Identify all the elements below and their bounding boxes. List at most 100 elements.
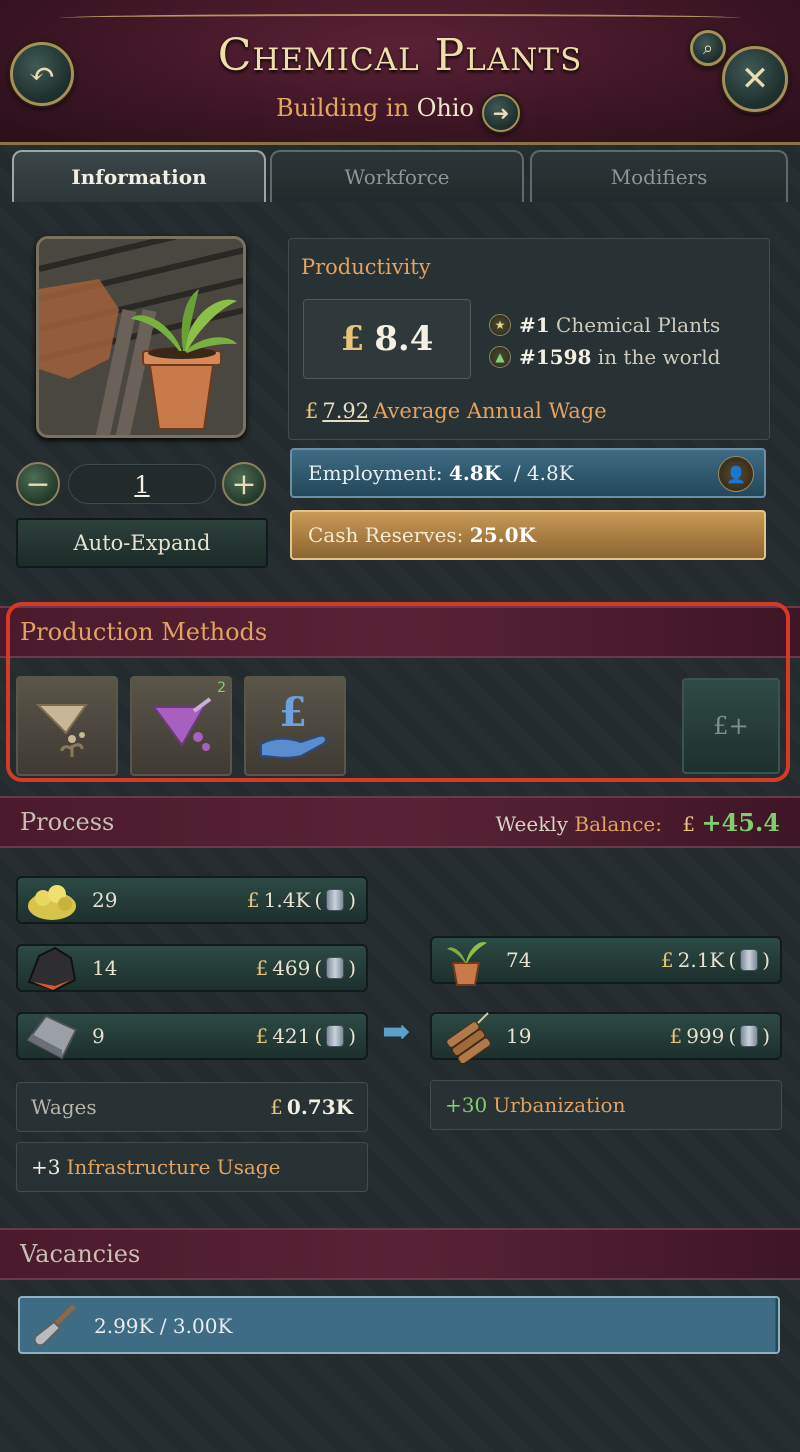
urbanization-row[interactable]: +30 Urbanization xyxy=(430,1080,782,1130)
magnifier-icon: ⌕ xyxy=(702,37,714,59)
weekly-balance: Weekly Balance: £ +45.4 xyxy=(496,808,780,837)
pound-icon: £ xyxy=(340,319,365,359)
subtitle-prefix: Building in xyxy=(276,94,410,122)
building-portrait xyxy=(36,236,246,438)
paren-close: ) xyxy=(762,1024,770,1048)
productivity-panel: Productivity £ 8.4 ★ #1 Chemical Plants … xyxy=(288,238,770,440)
wages-number: 0.73K xyxy=(286,1095,353,1119)
process-header: Process Weekly Balance: £ +45.4 xyxy=(0,796,800,848)
country-rank-number: #1 xyxy=(519,313,550,337)
world-rank: ▲ #1598 in the world xyxy=(489,345,720,369)
paren-open: ( xyxy=(728,1024,737,1048)
back-button[interactable]: ↶ xyxy=(10,42,74,106)
level-value[interactable]: 1 xyxy=(68,464,216,504)
cash-label: Cash Reserves: xyxy=(308,523,464,547)
goto-location-button[interactable]: ➜ xyxy=(482,94,520,132)
market-coin-icon xyxy=(326,957,345,979)
undo-arrow-icon: ↶ xyxy=(28,55,56,93)
good-price: £ 999 () xyxy=(669,1024,770,1048)
world-rank-number: #1598 xyxy=(519,345,592,369)
building-location: Building in Ohio xyxy=(276,94,474,122)
pound-icon: £ xyxy=(270,1095,283,1119)
close-icon: ✕ xyxy=(740,59,770,99)
paren-close: ) xyxy=(348,888,356,912)
country-rank: ★ #1 Chemical Plants xyxy=(489,313,720,337)
fertilizer-plant-illustration xyxy=(39,239,243,435)
hire-worker-icon[interactable]: 👤 xyxy=(718,456,754,492)
location-link[interactable]: Ohio xyxy=(417,94,474,122)
pound-icon: £ xyxy=(255,1024,269,1048)
level-stepper: − 1 + xyxy=(16,460,268,508)
employment-bar[interactable]: Employment: 4.8K / 4.8K 👤 xyxy=(290,448,766,498)
input-good-coal[interactable]: 14 £ 469 () xyxy=(16,944,368,992)
input-good-iron[interactable]: 9 £ 421 () xyxy=(16,1012,368,1060)
good-price-value: 2.1K xyxy=(677,948,725,972)
minus-icon: − xyxy=(25,466,51,502)
productivity-value: £ 8.4 xyxy=(303,299,471,379)
cash-value: 25.0K xyxy=(469,523,536,547)
paren-close: ) xyxy=(762,948,770,972)
infrastructure-row[interactable]: +3 Infrastructure Usage xyxy=(16,1142,368,1192)
infrastructure-label: Infrastructure Usage xyxy=(66,1155,281,1179)
market-coin-icon xyxy=(740,1025,759,1047)
pound-icon: £ xyxy=(682,811,696,836)
urbanization-label: Urbanization xyxy=(493,1093,626,1117)
sulfur-icon xyxy=(22,872,82,928)
country-rank-text: Chemical Plants xyxy=(556,313,721,337)
market-coin-icon xyxy=(326,889,345,911)
plus-icon: + xyxy=(231,466,257,502)
good-price: £ 1.4K () xyxy=(247,888,356,912)
cash-reserves-bar[interactable]: Cash Reserves: 25.0K xyxy=(290,510,766,560)
productivity-label: Productivity xyxy=(301,255,431,279)
shovel-icon xyxy=(26,1300,82,1352)
good-price-value: 421 xyxy=(272,1024,311,1048)
productivity-number: 8.4 xyxy=(374,319,434,359)
pound-icon: £ xyxy=(669,1024,683,1048)
tab-information[interactable]: Information xyxy=(12,150,266,202)
output-good-fertilizer[interactable]: 74 £ 2.1K () xyxy=(430,936,782,986)
good-price-value: 1.4K xyxy=(263,888,311,912)
good-quantity: 29 xyxy=(92,888,118,912)
increase-level-button[interactable]: + xyxy=(222,462,266,506)
wages-label: Wages xyxy=(31,1095,97,1119)
arrow-right-icon: ➜ xyxy=(492,101,510,125)
explosives-icon xyxy=(436,1008,496,1064)
process-title: Process xyxy=(20,808,115,836)
input-good-sulfur[interactable]: 29 £ 1.4K () xyxy=(16,876,368,924)
decrease-level-button[interactable]: − xyxy=(16,462,60,506)
good-price-value: 469 xyxy=(272,956,311,980)
good-quantity: 9 xyxy=(92,1024,105,1048)
vacancies-value: 2.99K / 3.00K xyxy=(94,1314,233,1338)
good-price: £ 2.1K () xyxy=(661,948,770,972)
pound-icon: £ xyxy=(246,888,260,912)
employment-label: Employment: xyxy=(308,461,443,485)
rank-up-arrow-icon: ▲ xyxy=(489,346,511,368)
paren-close: ) xyxy=(348,1024,356,1048)
vacancies-bar[interactable]: 2.99K / 3.00K xyxy=(18,1296,780,1354)
wages-row[interactable]: Wages £0.73K xyxy=(16,1082,368,1132)
average-wage-value[interactable]: 7.92 xyxy=(322,399,369,423)
auto-expand-button[interactable]: Auto-Expand xyxy=(16,518,268,568)
paren-close: ) xyxy=(348,956,356,980)
wages-value: £0.73K xyxy=(270,1095,353,1119)
good-quantity: 74 xyxy=(506,948,532,972)
building-panel: Chemical Plants Building in Ohio ↶ ⌕ ✕ ➜… xyxy=(0,0,800,1452)
tab-bar: Information Workforce Modifiers xyxy=(12,150,788,202)
good-price-value: 999 xyxy=(686,1024,725,1048)
paren-open: ( xyxy=(314,956,323,980)
good-quantity: 14 xyxy=(92,956,118,980)
iron-ingot-icon xyxy=(22,1008,82,1064)
paren-open: ( xyxy=(314,888,323,912)
pound-icon: £ xyxy=(305,399,319,423)
search-button[interactable]: ⌕ xyxy=(690,30,726,66)
vacancies-header: Vacancies xyxy=(0,1228,800,1280)
close-button[interactable]: ✕ xyxy=(722,46,788,112)
vacancies-title: Vacancies xyxy=(20,1240,141,1268)
output-good-explosives[interactable]: 19 £ 999 () xyxy=(430,1012,782,1063)
coal-icon xyxy=(22,940,82,996)
tab-modifiers[interactable]: Modifiers xyxy=(530,150,788,202)
pound-icon: £ xyxy=(255,956,269,980)
good-quantity: 19 xyxy=(506,1024,532,1048)
tab-workforce[interactable]: Workforce xyxy=(270,150,524,202)
good-price: £ 469 () xyxy=(255,956,356,980)
